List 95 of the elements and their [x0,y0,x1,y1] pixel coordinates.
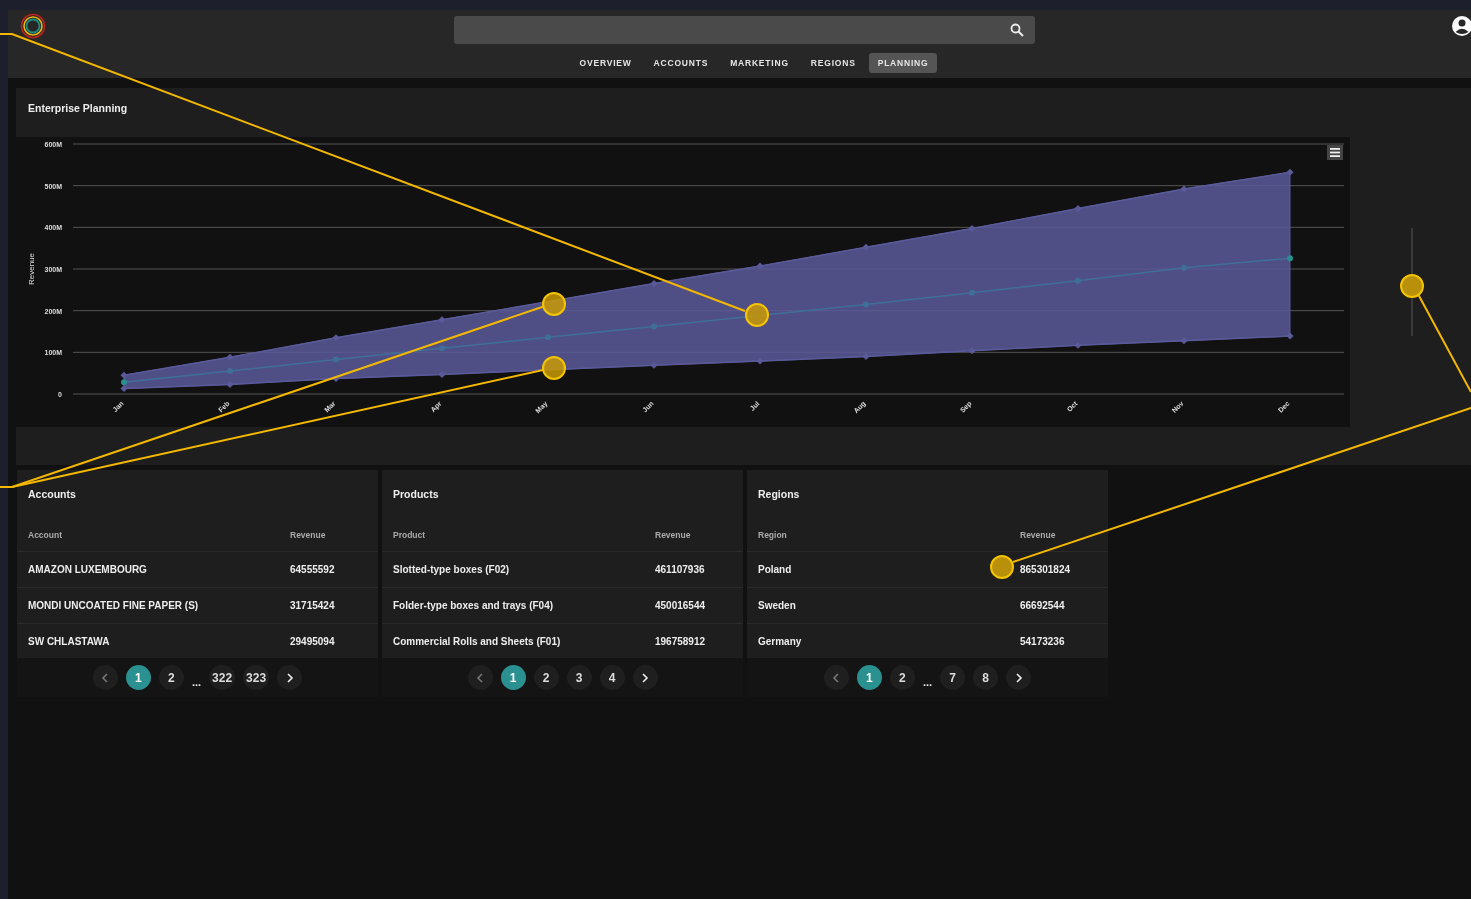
data-point [1286,332,1294,340]
table-cell: 31715424 [290,600,335,611]
data-point [333,356,339,363]
data-point [969,289,975,296]
column-header: Revenue [655,529,691,540]
page-ellipsis: ... [922,674,933,688]
search-icon[interactable] [1010,23,1024,37]
data-point [968,347,976,355]
data-point [862,352,870,361]
account-icon[interactable] [1451,15,1471,37]
data-point [1075,277,1081,284]
data-point [1181,264,1187,271]
logo-icon [20,13,46,39]
table-cell-text: Germany [758,636,803,647]
data-point [226,380,234,388]
data-point [863,301,869,308]
table-cell-text: Slotted-type boxes (F02) [393,564,511,575]
data-point [1287,255,1293,262]
chevron-right-icon [1014,672,1023,683]
data-point [1180,337,1188,345]
nav-tab[interactable]: OVERVIEW [570,53,641,73]
page-button[interactable]: 2 [889,665,915,690]
next-page-button[interactable] [632,665,658,690]
page-button[interactable]: 1 [856,665,882,690]
data-point [968,225,976,233]
data-point [756,357,764,365]
page-ellipsis: ... [191,674,202,688]
chevron-right-icon [641,672,649,683]
table-cell-text: Poland [758,564,793,575]
data-point [226,353,234,361]
data-point [1074,205,1082,213]
table-cell: 865301824 [1020,564,1071,575]
chevron-left-icon [476,672,484,683]
panel-title: Enterprise Planning [27,101,129,116]
page-button[interactable]: 2 [533,665,559,690]
table-cell: 66692544 [1020,600,1065,611]
data-point [650,280,658,288]
table-cell-text: Sweden [758,600,797,611]
data-point [332,334,340,342]
data-point [332,375,340,383]
chevron-right-icon [285,672,294,683]
table-cell-text: Folder-type boxes and trays (F04) [393,600,555,611]
card-title: Accounts [27,487,77,502]
data-point [545,334,551,341]
data-point [862,243,870,251]
column-header: Revenue [1020,529,1056,540]
page-button[interactable]: 1 [500,665,526,690]
column-header: Revenue [290,529,326,540]
data-point [438,316,446,324]
chevron-left-icon [101,672,110,683]
data-point [756,262,764,270]
data-point [650,361,658,369]
table-cell-text: SW CHLASTAWA [28,636,111,647]
data-point [1286,168,1294,176]
nav-tab[interactable]: MARKETING [721,53,798,73]
data-point [227,368,233,375]
previous-page-button[interactable] [823,665,849,690]
page-button[interactable]: 1 [125,665,151,690]
nav-tab[interactable]: ACCOUNTS [644,53,718,73]
page-button[interactable]: 323 [243,665,270,690]
previous-page-button[interactable] [467,665,493,690]
chevron-left-icon [832,672,841,683]
column-header: Region [758,529,788,540]
table-cell: 461107936 [655,564,705,575]
table-cell: 64555592 [290,564,335,575]
page-button[interactable]: 3 [566,665,592,690]
y-axis-title: Revenue [27,253,36,285]
column-header: Product [393,529,427,540]
nav-tab[interactable]: PLANNING [868,53,938,73]
table-cell-text: MONDI UNCOATED FINE PAPER (S) [28,600,200,611]
data-point [651,323,657,330]
data-point [439,345,445,352]
page-button[interactable]: 2 [158,665,184,690]
data-point [1074,341,1082,349]
next-page-button[interactable] [277,665,303,690]
card-title: Products [392,487,440,502]
table-cell: 54173236 [1020,636,1065,647]
next-page-button[interactable] [1006,665,1032,690]
table-cell-text: AMAZON LUXEMBOURG [28,564,148,575]
page-button[interactable]: 322 [209,665,236,690]
page-button[interactable]: 7 [940,665,966,690]
table-cell-text: Commercial Rolls and Sheets (F01) [393,636,562,647]
table-cell: 29495094 [290,636,335,647]
nav-tab[interactable]: REGIONS [801,53,865,73]
page-button[interactable]: 8 [973,665,999,690]
page-button[interactable]: 4 [599,665,625,690]
menu-icon[interactable] [1327,145,1343,160]
column-header: Account [28,529,63,540]
table-cell: 196758912 [655,636,706,647]
card-title: Regions [757,487,801,502]
table-cell: 450016544 [655,600,706,611]
data-point [438,370,446,378]
previous-page-button[interactable] [92,665,118,690]
data-point [1180,185,1188,193]
search-field[interactable] [454,16,1035,44]
